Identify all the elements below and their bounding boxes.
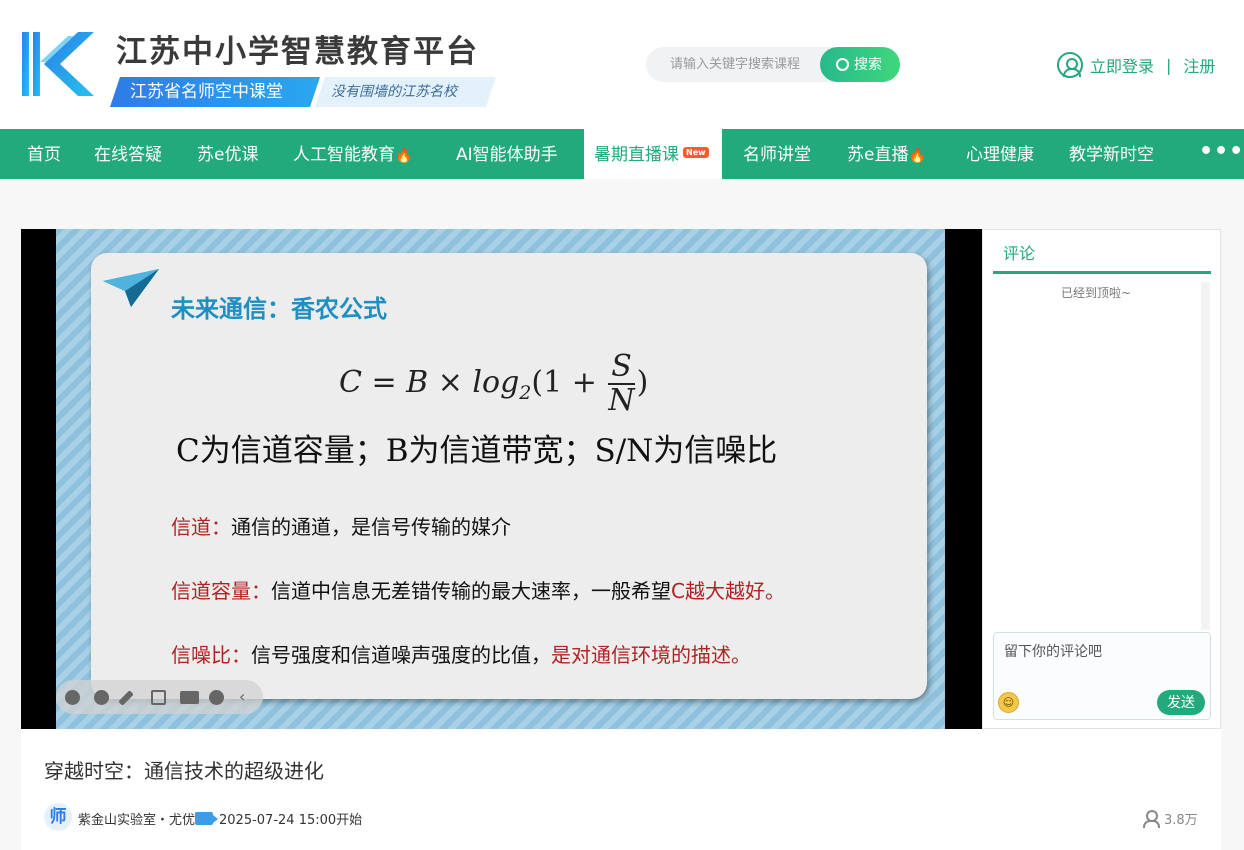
live-camera-icon [195,812,219,825]
nav-item-label: AI智能体助手 [456,145,558,165]
formula-fraction: SN [608,351,635,418]
sub-banner-right: 没有围墙的江苏名校 [315,77,496,107]
viewer-icon [1143,810,1160,828]
more-menu-icon[interactable]: ••• [1199,129,1244,179]
course-meta: 紫金山实验室・尤优 2025-07-24 15:00开始 [78,809,362,828]
nav-item-label: 首页 [27,145,61,165]
slide-line-text: 通信的通道，是信号传输的媒介 [231,515,511,539]
logo-icon[interactable] [22,32,96,96]
nav-item-label: 心理健康 [966,145,1034,165]
slide-line-text: 信号强度和信道噪声强度的比值， [251,643,551,667]
auth-separator: | [1166,55,1172,75]
login-link[interactable]: 立即登录 [1090,53,1154,77]
nav-item-online-qa[interactable]: 在线答疑 [94,129,162,179]
nav-item-home[interactable]: 首页 [27,129,61,179]
formula-sub: 2 [519,382,532,404]
fire-icon: 🔥 [395,148,413,164]
pen-icon[interactable] [118,690,134,706]
search-input[interactable] [646,47,821,82]
send-button[interactable]: 发送 [1157,690,1205,715]
emoji-icon[interactable]: ☺ [998,692,1019,713]
slide-line-label: 信道： [171,515,231,539]
user-icon [1057,52,1083,78]
slide-line-text: 信道中信息无差错传输的最大速率，一般希望 [271,579,671,603]
site-header: 江苏中小学智慧教育平台 江苏省名师空中课堂 没有围墙的江苏名校 搜索 立即登录 … [0,0,1244,129]
sub-banner-left: 江苏省名师空中课堂 [110,77,320,107]
slide-line-label: 信噪比： [171,643,251,667]
new-badge: New [683,147,709,158]
slide-line: 信道容量：信道中信息无差错传输的最大速率，一般希望C越大越好。 [171,575,785,604]
tab-comments[interactable]: 评论 [993,242,1211,274]
formula-left: C = B × log [339,365,520,400]
nav-item-label: 人工智能教育 [293,145,395,165]
nav-item-label: 教学新时空 [1069,145,1154,165]
nav-item-su-e-course[interactable]: 苏e优课 [197,129,258,179]
comments-empty-text: 已经到顶啦~ [1060,286,1132,300]
search-button[interactable]: 搜索 [820,47,900,82]
next-slide-icon[interactable] [94,690,109,705]
search-box: 搜索 [646,47,900,82]
formula-description: C为信道容量；B为信道带宽；S/N为信噪比 [176,433,778,469]
video-player[interactable]: 未来通信：香农公式 C = B × log2(1 + S N) C为信道容量；B为… [21,229,982,729]
slide-card: 未来通信：香农公式 C = B × log2(1 + S N) C为信道容量；B为… [91,253,927,699]
nav-item-label: 暑期直播课 [594,145,679,165]
formula-mid: (1 + [531,365,607,400]
screenshot-icon[interactable] [151,690,166,705]
nav-item-label: 名师讲堂 [743,145,811,165]
nav-item-master-lecture[interactable]: 名师讲堂 [743,129,811,179]
teacher-name: 紫金山实验室・尤优 [78,813,196,828]
nav-item-mental-health[interactable]: 心理健康 [966,129,1034,179]
prev-slide-icon[interactable] [65,690,80,705]
site-title: 江苏中小学智慧教育平台 [116,34,479,70]
teacher-avatar[interactable]: 师 [44,803,72,831]
slide-toolbar: ‹ [56,680,263,714]
nav-item-ai-education[interactable]: 人工智能教育🔥 [293,129,412,179]
course-title: 穿越时空：通信技术的超级进化 [44,759,324,783]
paper-plane-icon [103,269,159,307]
shannon-formula: C = B × log2(1 + S N) [339,351,648,417]
formula-end: ) [636,365,649,400]
nav-item-label: 苏e直播 [847,145,909,165]
search-icon [836,58,849,71]
slide-line-emph: C越大越好。 [671,579,785,603]
nav-item-summer-live[interactable]: 暑期直播课 New [584,129,722,179]
register-link[interactable]: 注册 [1183,53,1215,77]
main-nav: 首页 在线答疑 苏e优课 人工智能教育🔥 AI智能体助手 暑期直播课 New 名师… [0,129,1244,179]
formula-numerator: S [608,351,635,385]
auth-links: 立即登录 | 注册 [1057,51,1215,79]
view-count-value: 3.8万 [1164,813,1198,828]
course-info: 穿越时空：通信技术的超级进化 师 紫金山实验室・尤优 2025-07-24 15… [21,729,1221,850]
comments-scrollbar[interactable] [1201,282,1210,630]
slide-line: 信噪比：信号强度和信道噪声强度的比值，是对通信环境的描述。 [171,639,751,668]
view-count: 3.8万 [1143,809,1198,828]
fire-icon: 🔥 [908,148,926,164]
comments-panel: 评论 已经到顶啦~ ☺ 发送 [982,229,1221,729]
nav-item-su-e-live[interactable]: 苏e直播🔥 [847,129,926,179]
sub-banner: 江苏省名师空中课堂 没有围墙的江苏名校 [110,77,496,107]
slide-line-emph: 是对通信环境的描述。 [551,643,751,667]
nav-item-label: 在线答疑 [94,145,162,165]
search-button-label: 搜索 [854,56,882,72]
slide-title: 未来通信：香农公式 [171,295,387,323]
slide-background: 未来通信：香农公式 C = B × log2(1 + S N) C为信道容量；B为… [56,229,945,729]
slide-line: 信道：通信的通道，是信号传输的媒介 [171,511,511,540]
slide-line-label: 信道容量： [171,579,271,603]
nav-item-label: 苏e优课 [197,145,259,165]
comment-input[interactable] [994,633,1210,683]
projector-icon[interactable] [180,691,199,704]
nav-item-teaching-space[interactable]: 教学新时空 [1069,129,1154,179]
start-time: 2025-07-24 15:00开始 [219,813,363,828]
formula-denominator: N [608,383,635,418]
nav-item-ai-agent[interactable]: AI智能体助手 [456,129,558,179]
comment-editor: ☺ 发送 [993,632,1211,720]
more-options-icon[interactable] [209,690,224,705]
collapse-toolbar-icon[interactable]: ‹ [239,689,251,705]
